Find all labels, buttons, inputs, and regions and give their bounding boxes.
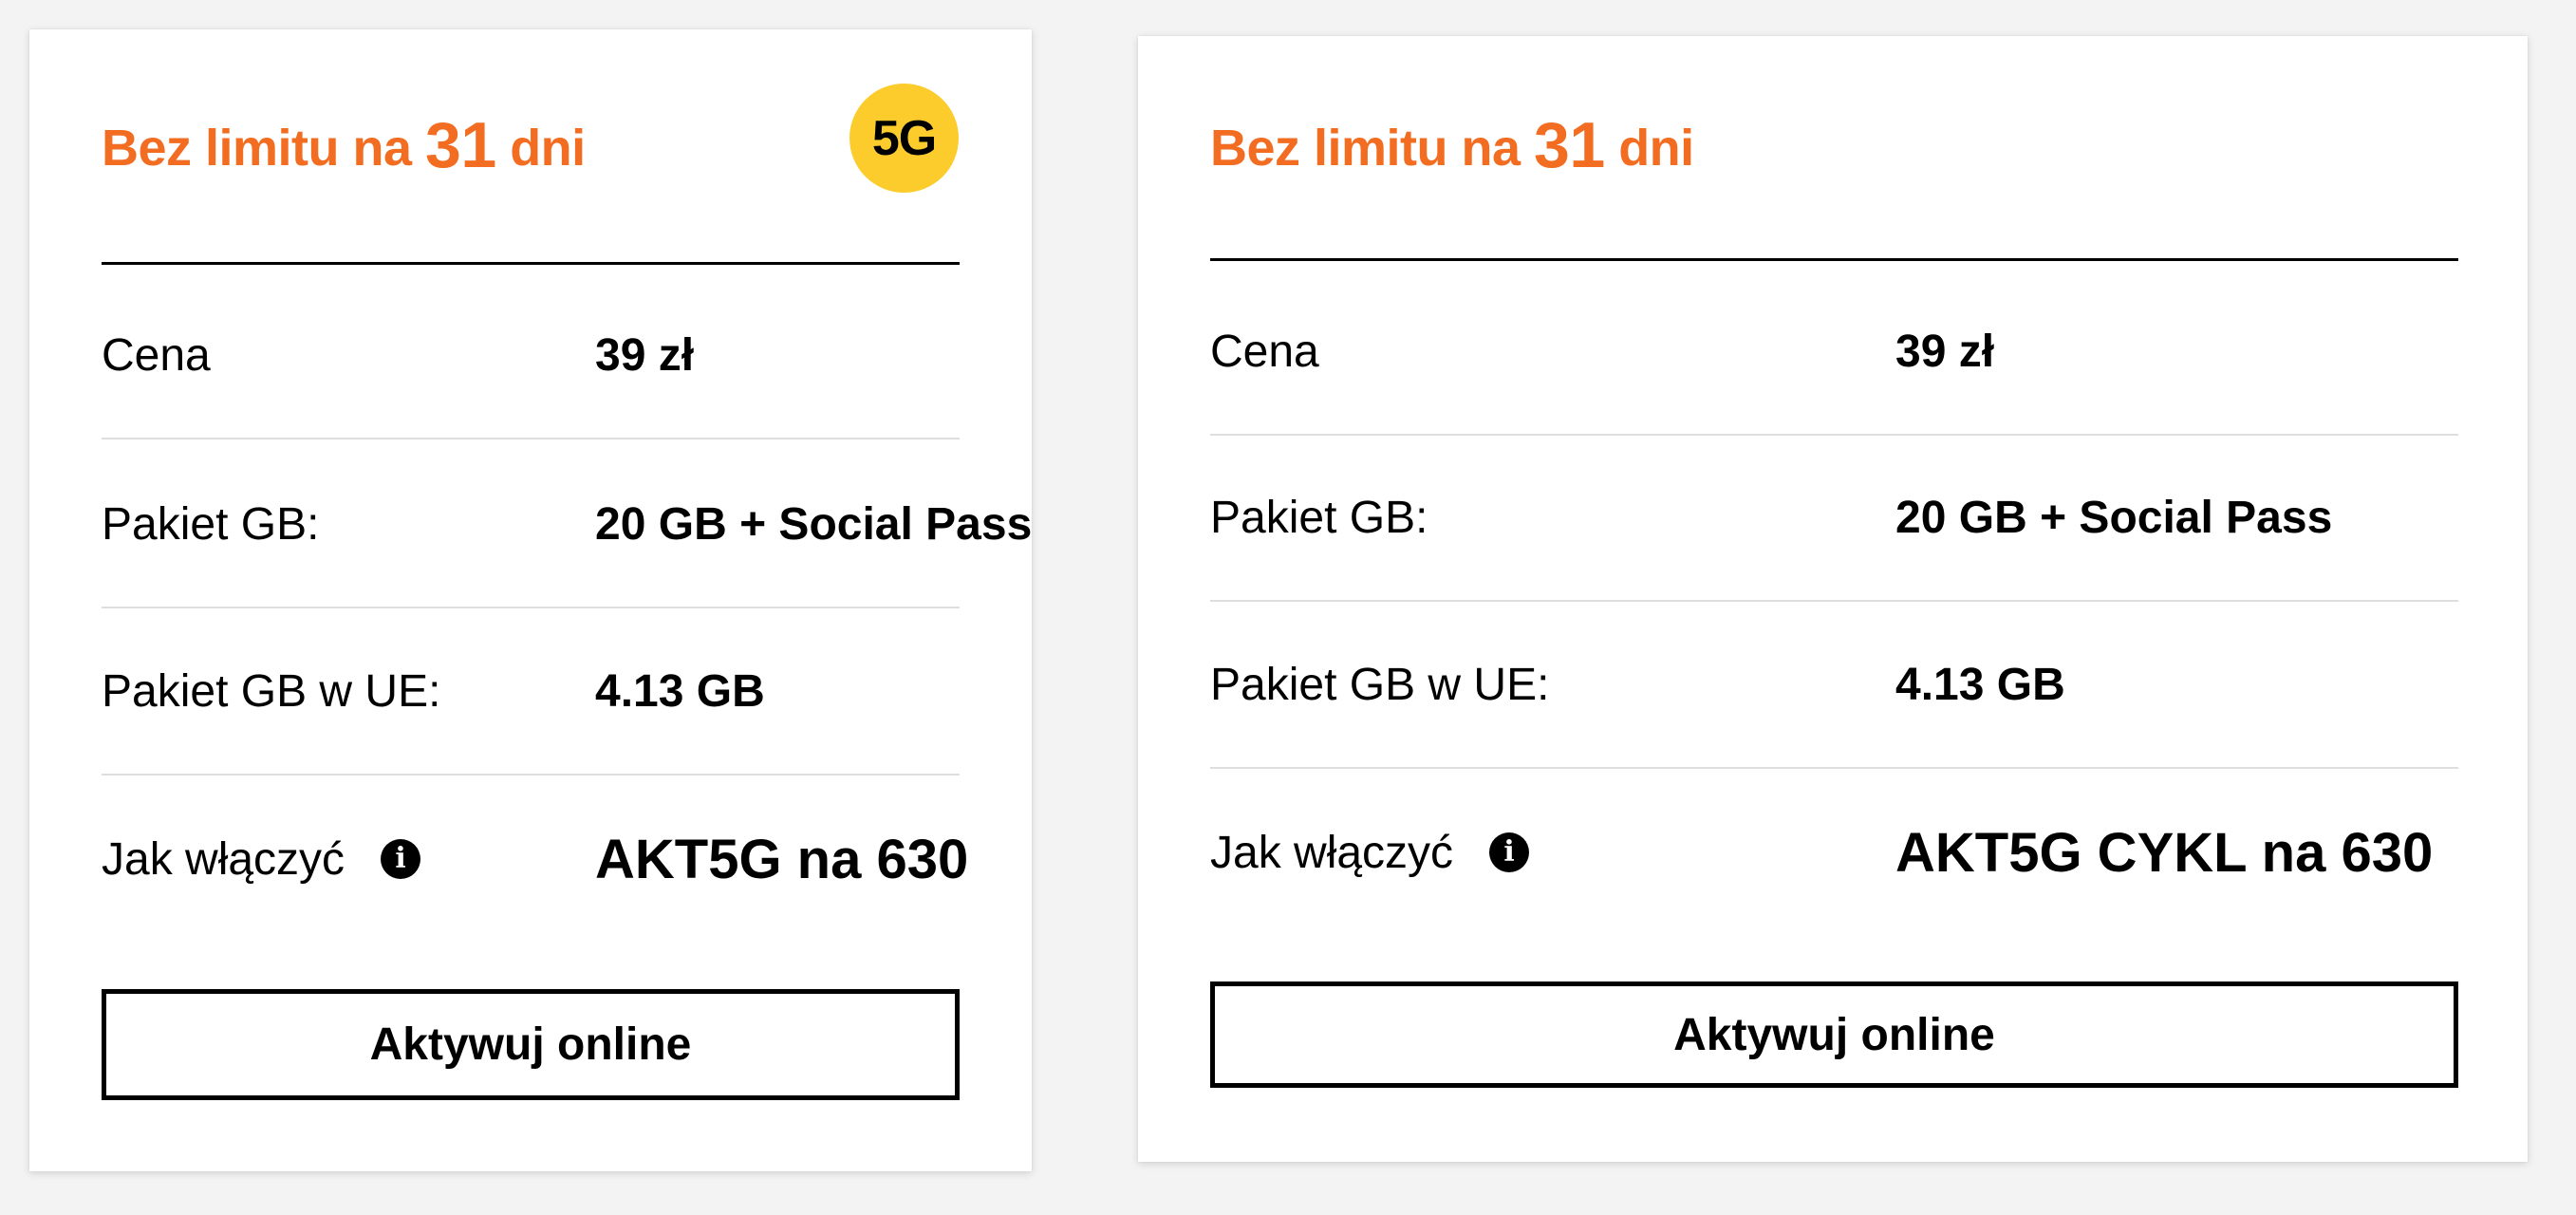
price-value: 39 zł <box>1895 326 1995 377</box>
badge-5g-icon: 5G <box>849 84 959 193</box>
gb-package-value: 20 GB + Social Pass <box>595 498 1033 550</box>
eu-gb-package-value: 4.13 GB <box>595 665 765 717</box>
title-suffix: dni <box>495 120 586 177</box>
title-prefix: Bez limitu na <box>1210 120 1535 177</box>
row-eu-gb-package: Pakiet GB w UE: 4.13 GB <box>102 608 960 776</box>
offer-card-5g: Bez limitu na 31 dni 5G Cena 39 zł Pakie… <box>29 29 1032 1171</box>
price-label: Cena <box>1210 326 1319 377</box>
price-value: 39 zł <box>595 329 695 381</box>
eu-gb-package-value: 4.13 GB <box>1895 659 2065 710</box>
eu-gb-package-label: Pakiet GB w UE: <box>102 665 441 717</box>
price-label: Cena <box>102 329 211 381</box>
gb-package-value: 20 GB + Social Pass <box>1895 492 2333 543</box>
row-gb-package: Pakiet GB: 20 GB + Social Pass <box>102 441 1032 608</box>
info-icon[interactable]: i <box>1489 832 1530 872</box>
activation-code: AKT5G CYKL na 630 <box>1895 821 2434 884</box>
row-gb-package: Pakiet GB: 20 GB + Social Pass <box>1210 435 2458 602</box>
row-how-to-enable: Jak włączyć i AKT5G na 630 <box>102 776 968 943</box>
how-to-enable-label-wrap: Jak włączyć i <box>1210 827 1530 879</box>
title-divider <box>1210 258 2458 261</box>
how-to-enable-label-wrap: Jak włączyć i <box>102 833 421 886</box>
how-to-enable-label: Jak włączyć <box>102 833 345 885</box>
row-price: Cena 39 zł <box>102 272 960 439</box>
title-number: 31 <box>1534 109 1605 181</box>
title-suffix: dni <box>1604 120 1694 177</box>
activate-online-button[interactable]: Aktywuj online <box>1210 981 2458 1088</box>
activate-online-button[interactable]: Aktywuj online <box>102 989 960 1100</box>
gb-package-label: Pakiet GB: <box>1210 492 1428 543</box>
info-icon[interactable]: i <box>381 839 421 879</box>
card-title: Bez limitu na 31 dni <box>1210 111 1694 178</box>
activation-code: AKT5G na 630 <box>595 828 969 890</box>
title-divider <box>102 262 960 265</box>
row-price: Cena 39 zł <box>1210 269 2458 436</box>
row-eu-gb-package: Pakiet GB w UE: 4.13 GB <box>1210 602 2458 769</box>
gb-package-label: Pakiet GB: <box>102 498 320 550</box>
title-prefix: Bez limitu na <box>102 120 426 177</box>
card-title: Bez limitu na 31 dni <box>102 111 586 178</box>
eu-gb-package-label: Pakiet GB w UE: <box>1210 659 1550 710</box>
title-number: 31 <box>425 109 496 181</box>
how-to-enable-label: Jak włączyć <box>1210 827 1454 878</box>
offer-card-cycle: Bez limitu na 31 dni Cena 39 zł Pakiet G… <box>1138 36 2528 1162</box>
row-how-to-enable: Jak włączyć i AKT5G CYKL na 630 <box>1210 769 2458 936</box>
